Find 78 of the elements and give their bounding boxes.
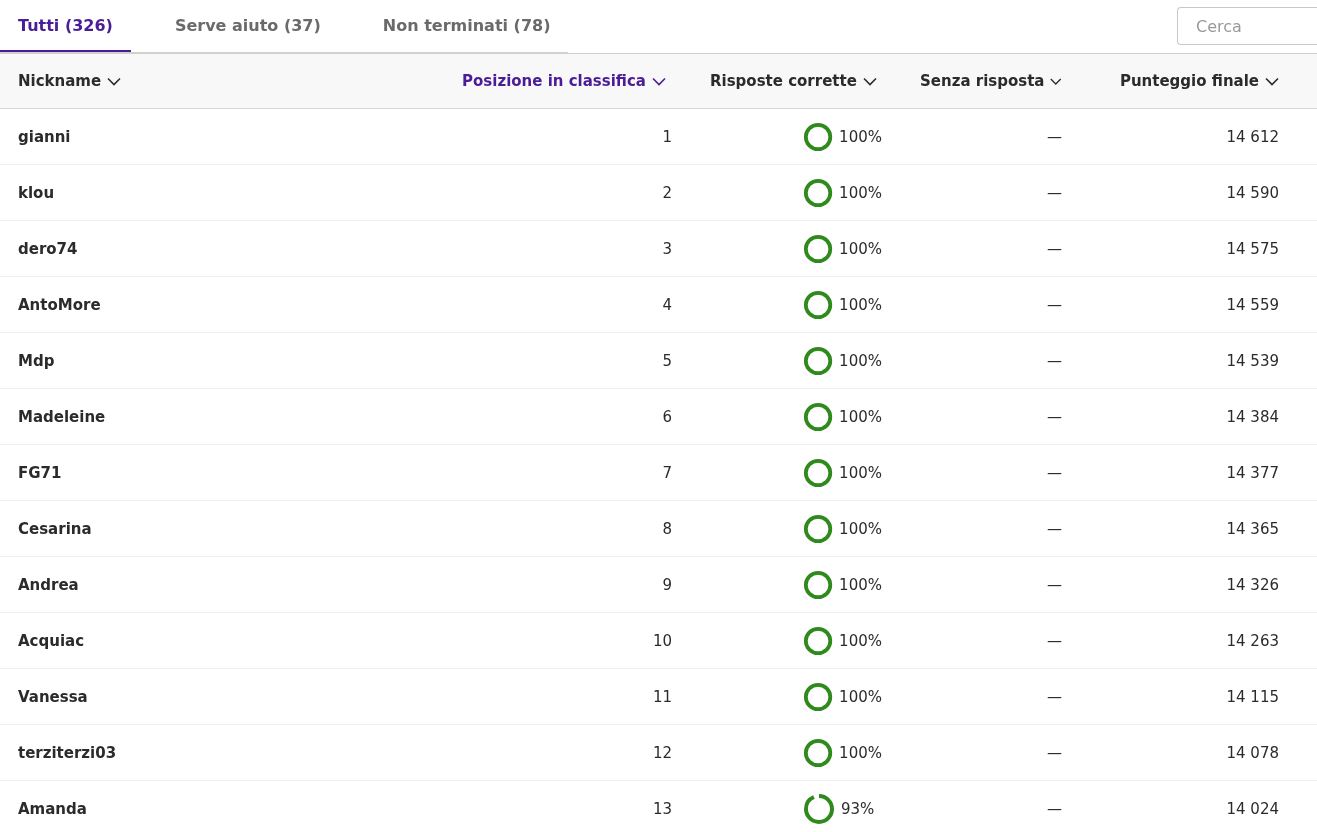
column-header[interactable]: Nickname [0,54,440,108]
nickname-cell: gianni [18,127,71,146]
column-header[interactable]: Punteggio finale [1090,54,1317,108]
position-cell: 5 [662,351,672,370]
position-cell: 9 [662,575,672,594]
unanswered-cell: — [1047,351,1062,370]
nickname-cell: Mdp [18,351,55,370]
chevron-down-icon [1050,76,1062,86]
unanswered-cell: — [1047,799,1062,818]
unanswered-cell: — [1047,463,1062,482]
unanswered-cell: — [1047,519,1062,538]
unanswered-cell: — [1047,183,1062,202]
position-cell: 7 [662,463,672,482]
unanswered-cell: — [1047,239,1062,258]
nickname-cell: dero74 [18,239,78,258]
score-cell: 14 539 [1226,351,1279,370]
percent-cell: 100% [839,575,882,594]
position-cell: 6 [662,407,672,426]
nickname-cell: Vanessa [18,687,88,706]
score-cell: 14 559 [1226,295,1279,314]
position-cell: 13 [652,799,672,818]
position-cell: 10 [652,631,672,650]
nickname-cell: AntoMore [18,295,101,314]
position-cell: 8 [662,519,672,538]
score-cell: 14 377 [1226,463,1279,482]
score-cell: 14 612 [1226,127,1279,146]
unanswered-cell: — [1047,687,1062,706]
percent-cell: 100% [839,407,882,426]
percent-cell: 100% [839,463,882,482]
percent-cell: 100% [839,127,882,146]
unanswered-cell: — [1047,295,1062,314]
nickname-cell: Madeleine [18,407,106,426]
score-cell: 14 575 [1226,239,1279,258]
score-cell: 14 365 [1226,519,1279,538]
chevron-down-icon [1265,76,1279,86]
nickname-cell: Andrea [18,575,79,594]
percent-cell: 100% [839,743,882,762]
unanswered-cell: — [1047,575,1062,594]
percent-cell: 93% [841,799,875,818]
nickname-cell: Cesarina [18,519,92,538]
position-cell: 4 [662,295,672,314]
score-cell: 14 078 [1226,743,1279,762]
percent-cell: 100% [839,631,882,650]
chevron-down-icon [862,76,877,86]
nickname-cell: Amanda [18,799,87,818]
search-field[interactable]: Cerca [1177,7,1317,45]
score-cell: 14 024 [1226,799,1279,818]
unanswered-cell: — [1047,127,1062,146]
position-cell: 1 [662,127,672,146]
score-cell: 14 326 [1226,575,1279,594]
percent-cell: 100% [839,183,882,202]
chevron-down-icon [652,76,666,86]
filter-tab[interactable]: Serve aiuto (37) [130,0,365,52]
position-cell: 12 [652,743,672,762]
chevron-down-icon [107,76,122,86]
position-cell: 11 [652,687,672,706]
column-header[interactable]: Senza risposta [900,54,1090,108]
filter-tab[interactable]: Non terminati (78) [364,0,569,52]
position-cell: 2 [662,183,672,202]
score-cell: 14 590 [1226,183,1279,202]
nickname-cell: klou [18,183,55,202]
percent-cell: 100% [839,239,882,258]
percent-cell: 100% [839,351,882,370]
nickname-cell: FG71 [18,463,62,482]
score-cell: 14 263 [1226,631,1279,650]
unanswered-cell: — [1047,743,1062,762]
percent-cell: 100% [839,295,882,314]
nickname-cell: terziterzi03 [18,743,117,762]
unanswered-cell: — [1047,631,1062,650]
unanswered-cell: — [1047,407,1062,426]
score-cell: 14 115 [1226,687,1279,706]
column-header[interactable]: Posizione in classifica [440,54,690,108]
percent-cell: 100% [839,519,882,538]
column-header[interactable]: Risposte corrette [690,54,900,108]
percent-cell: 100% [839,687,882,706]
score-cell: 14 384 [1226,407,1279,426]
position-cell: 3 [662,239,672,258]
nickname-cell: Acquiac [18,631,85,650]
